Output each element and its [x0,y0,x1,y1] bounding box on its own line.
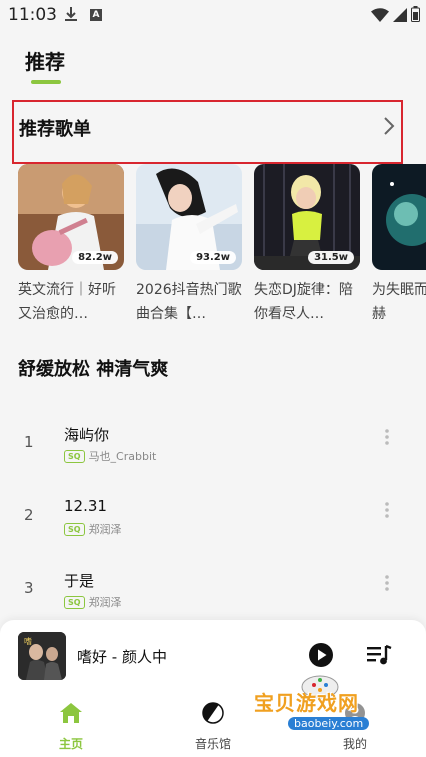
song-index: 1 [24,433,34,451]
now-playing-cover[interactable]: 嗜 [18,632,66,680]
download-icon [64,6,78,26]
home-icon [31,702,111,728]
song-artist: 郑润泽 [88,523,122,536]
sq-badge: SQ [64,522,85,536]
sq-badge: SQ [64,595,85,609]
more-options-icon[interactable] [384,428,390,450]
watermark-url: baobeiy.com [288,717,370,730]
music-hall-icon [173,702,253,728]
play-count: 82.2w [72,251,118,264]
playlist-title: 英文流行｜好听又治愈的… [18,282,116,322]
signal-icon [393,7,407,26]
watermark-logo: 宝贝游戏网 baobeiy.com [250,665,400,745]
playlist-title: 失恋DJ旋律：陪你看尽人… [254,282,353,322]
status-bar: 11:03 A [0,0,426,32]
playlist-cover: 82.2w [18,164,124,270]
more-options-icon[interactable] [384,501,390,523]
song-title: 于是 [64,572,95,590]
sq-badge: SQ [64,449,85,463]
playlist-cover: 31.5w [254,164,360,270]
wifi-icon [371,7,389,26]
playlist-card[interactable]: 31.5w 失恋DJ旋律：陪你看尽人… [254,164,362,326]
song-meta: SQ 郑润泽 [64,521,122,537]
watermark-text: 宝贝游戏网 [254,691,359,715]
song-index: 2 [24,506,34,524]
svg-text:嗜: 嗜 [24,636,32,646]
song-index: 3 [24,579,34,597]
playlist-card[interactable]: 82.2w 英文流行｜好听又治愈的… [18,164,126,326]
now-playing-title: 嗜好 - 颜人中 [77,648,167,666]
status-time: 11:03 [8,5,57,25]
section-title: 推荐歌单 [19,119,91,140]
tab-recommend[interactable]: 推荐 [25,46,65,75]
song-title: 12.31 [64,497,107,515]
song-row[interactable]: 2 12.31 SQ 郑润泽 [0,497,426,557]
playlist-cover [372,164,426,270]
chevron-right-icon [378,114,398,142]
playlist-carousel[interactable]: 82.2w 英文流行｜好听又治愈的… 93.2w 2026抖音热门歌曲合集【… [18,164,426,334]
nav-home[interactable]: 主页 [31,702,111,752]
playlist-cover: 93.2w [136,164,242,270]
play-count: 31.5w [308,251,354,264]
song-meta: SQ 马也_Crabbit [64,448,156,464]
playlist-card[interactable]: 93.2w 2026抖音热门歌曲合集【… [136,164,244,326]
nav-music-hall[interactable]: 音乐馆 [173,702,253,752]
nav-music-hall-label: 音乐馆 [194,737,231,751]
song-artist: 马也_Crabbit [88,450,157,463]
playlist-title: 为失眠而收集因赫 [372,282,426,322]
battery-icon [411,6,420,26]
recommended-playlists-header[interactable]: 推荐歌单 [12,100,403,164]
song-artist: 郑润泽 [88,596,122,609]
nav-home-label: 主页 [58,737,83,751]
tab-indicator [31,80,61,84]
more-options-icon[interactable] [384,574,390,596]
song-meta: SQ 郑润泽 [64,594,122,610]
song-row[interactable]: 1 海屿你 SQ 马也_Crabbit [0,424,426,484]
song-title: 海屿你 [64,426,110,444]
song-section-title: 舒缓放松 神清气爽 [18,359,169,380]
playlist-card[interactable]: 为失眠而收集因赫 [372,164,426,326]
play-count: 93.2w [190,251,236,264]
playlist-title: 2026抖音热门歌曲合集【… [136,282,242,322]
notification-a-icon: A [90,9,102,21]
